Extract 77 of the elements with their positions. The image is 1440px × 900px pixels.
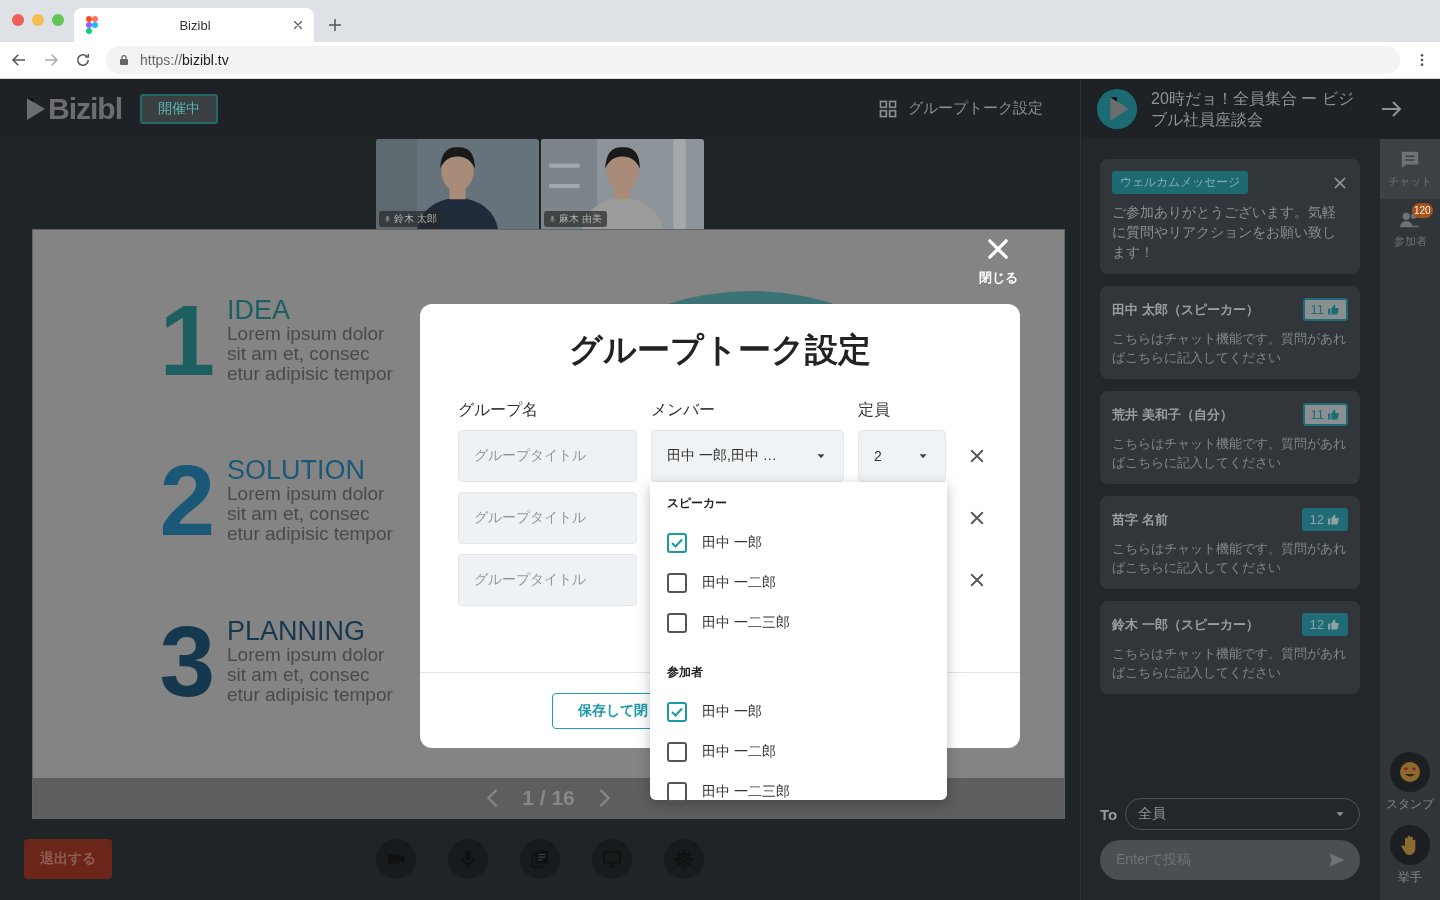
capacity-select[interactable]: 2 xyxy=(858,430,946,482)
close-icon[interactable] xyxy=(292,19,304,31)
event-title: 20時だョ！全員集合 ー ビジブル社員座談会 xyxy=(1151,89,1355,130)
step-text: etur adipisic tempor xyxy=(227,524,393,545)
option-label[interactable]: 田中 一二郎 xyxy=(702,574,776,592)
member-select[interactable]: 田中 一郎,田中 … xyxy=(651,430,844,482)
back-icon[interactable] xyxy=(10,51,28,69)
checkbox[interactable] xyxy=(667,533,687,553)
step-text: sit am et, consec xyxy=(227,665,371,686)
step-text: etur adipisic tempor xyxy=(227,685,393,706)
reload-icon[interactable] xyxy=(74,51,92,69)
checkbox[interactable] xyxy=(667,782,687,802)
option-label[interactable]: 田中 一二郎 xyxy=(702,743,776,761)
step-text: sit am et, consec xyxy=(227,343,371,364)
event-logo-icon xyxy=(1097,89,1137,129)
section-heading: スピーカー xyxy=(667,494,728,512)
forward-icon[interactable] xyxy=(42,51,60,69)
action-label: スタンプ xyxy=(1386,796,1434,813)
address-bar[interactable]: https://bizibl.tv xyxy=(106,46,1400,74)
remove-row-icon[interactable] xyxy=(968,447,986,465)
emoji-icon[interactable] xyxy=(1390,752,1430,792)
figma-icon xyxy=(86,16,98,34)
checkbox[interactable] xyxy=(667,702,687,722)
to-label: To xyxy=(1100,805,1118,823)
step-title: IDEA xyxy=(227,295,292,324)
grid-icon xyxy=(878,98,898,119)
step-number: 2 xyxy=(158,456,215,559)
checkbox[interactable] xyxy=(667,573,687,593)
step-text: Lorem ipsum dolor xyxy=(227,484,386,505)
step-number: 3 xyxy=(158,617,215,720)
option-label[interactable]: 田中 一二三郎 xyxy=(702,783,790,801)
message-text: こちらはチャット機能です。質問があればこちらに記入してください xyxy=(1112,435,1347,472)
column-label: グループ名 xyxy=(458,400,539,420)
step-text: sit am et, consec xyxy=(227,504,371,525)
close-button[interactable]: 閉じる xyxy=(973,235,1023,304)
close-window-icon[interactable] xyxy=(12,14,24,26)
message-text: こちらはチャット機能です。質問があればこちらに記入してください xyxy=(1112,645,1347,682)
message-text: こちらはチャット機能です。質問があればこちらに記入してください xyxy=(1112,330,1347,367)
step-text: Lorem ipsum dolor xyxy=(227,323,386,344)
section-heading: 参加者 xyxy=(667,663,704,681)
column-label: 定員 xyxy=(858,400,891,420)
send-icon[interactable] xyxy=(1328,851,1346,869)
message-author: 鈴木 一郎（スピーカー） xyxy=(1112,615,1259,634)
group-talk-settings-button[interactable]: グループトーク設定 xyxy=(878,98,1043,119)
welcome-text: ご参加ありがとうございます。気軽に質問やリアクションをお願い致します！ xyxy=(1112,203,1337,262)
browser-tab[interactable]: Bizibl xyxy=(74,8,314,42)
message-author: 荒井 美和子（自分） xyxy=(1112,405,1233,424)
action-label: 挙手 xyxy=(1398,869,1422,886)
plus-icon[interactable] xyxy=(326,16,344,34)
lock-icon xyxy=(118,53,130,67)
option-label[interactable]: 田中 一郎 xyxy=(702,534,762,552)
logo-text: Bizibl xyxy=(48,91,122,126)
step-text: etur adipisic tempor xyxy=(227,363,393,384)
welcome-tag: ウェルカムメッセージ xyxy=(1112,171,1248,194)
mic-icon xyxy=(549,213,556,224)
step-title: PLANNING xyxy=(227,617,367,646)
group-name-field[interactable]: グループタイトル xyxy=(458,430,637,482)
option-label[interactable]: 田中 一二三郎 xyxy=(702,614,790,632)
step-number: 1 xyxy=(158,295,215,398)
step-title: SOLUTION xyxy=(227,456,367,485)
count-badge: 120 xyxy=(1412,203,1433,218)
column-label: メンバー xyxy=(651,400,716,420)
mic-icon xyxy=(384,213,391,224)
remove-row-icon[interactable] xyxy=(968,571,986,589)
message-author: 苗字 名前 xyxy=(1112,510,1168,529)
step-text: Lorem ipsum dolor xyxy=(227,645,386,666)
status-badge: 開催中 xyxy=(140,93,218,124)
raised-hand-icon[interactable] xyxy=(1390,825,1430,865)
message-text: こちらはチャット機能です。質問があればこちらに記入してください xyxy=(1112,540,1347,577)
group-name-field[interactable]: グループタイトル xyxy=(458,554,637,606)
checkbox[interactable] xyxy=(667,742,687,762)
chat-icon xyxy=(1399,149,1421,171)
modal-title: グループトーク設定 xyxy=(568,330,872,370)
checkbox[interactable] xyxy=(667,613,687,633)
remove-row-icon[interactable] xyxy=(968,509,986,527)
group-name-field[interactable]: グループタイトル xyxy=(458,492,637,544)
message-author: 田中 太郎（スピーカー） xyxy=(1112,300,1259,319)
